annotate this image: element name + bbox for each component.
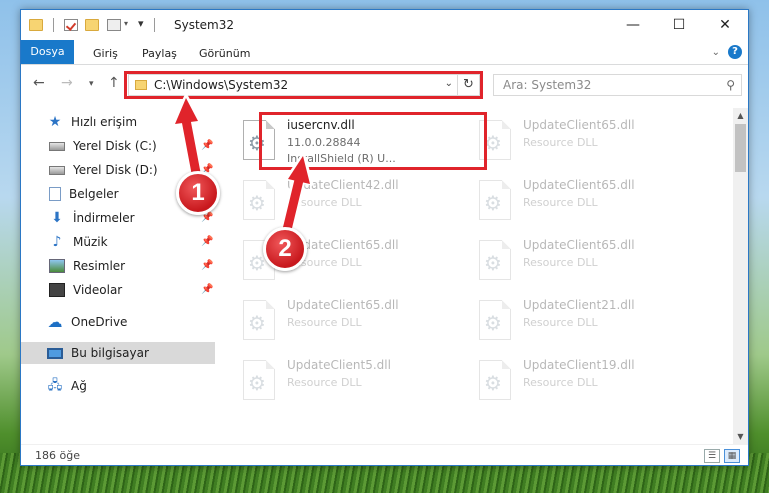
step-badge-2: 2 [263,227,307,271]
arrow-1 [181,115,202,183]
annotation-arrows [170,92,314,245]
step-badge-1: 1 [176,171,220,215]
